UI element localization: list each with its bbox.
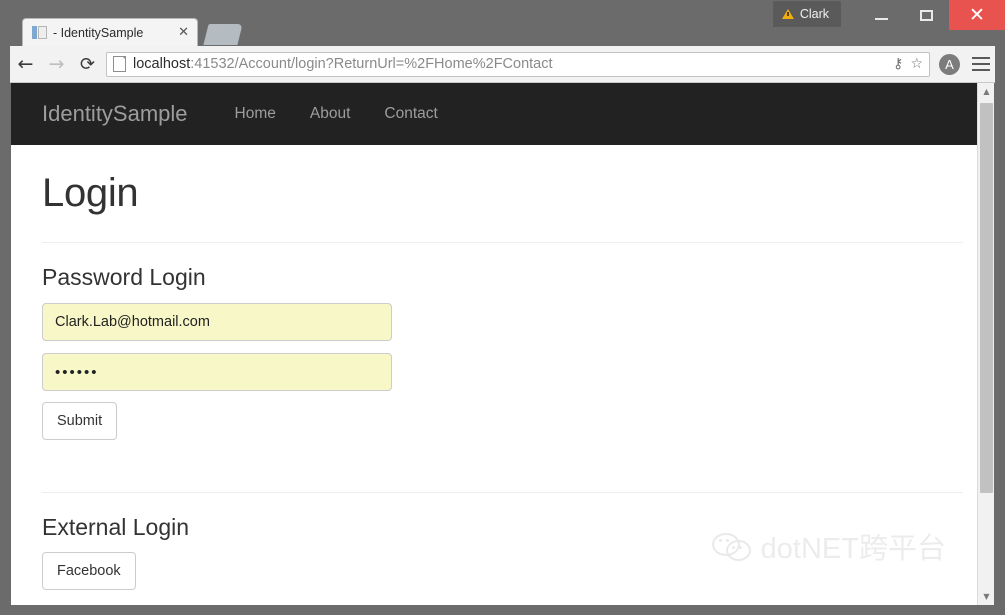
title-divider xyxy=(42,242,963,243)
url-path: :41532/Account/login?ReturnUrl=%2FHome%2… xyxy=(190,56,553,72)
back-button[interactable]: ← xyxy=(10,46,41,83)
address-bar-actions: ⚷ ☆ xyxy=(887,56,923,72)
external-login-divider xyxy=(42,492,963,493)
forward-arrow-icon: → xyxy=(48,53,65,75)
facebook-login-button[interactable]: Facebook xyxy=(42,552,136,590)
address-bar[interactable]: localhost:41532/Account/login?ReturnUrl=… xyxy=(106,51,930,77)
password-input[interactable]: •••••• xyxy=(42,353,392,391)
new-tab-button[interactable] xyxy=(203,24,243,45)
forward-button: → xyxy=(41,46,72,83)
browser-tab-identitysample[interactable]: - IdentitySample ✕ xyxy=(22,18,198,46)
extension-area: A xyxy=(932,53,967,75)
address-bar-url: localhost:41532/Account/login?ReturnUrl=… xyxy=(133,56,887,72)
page-viewport: IdentitySample Home About Contact Login … xyxy=(11,83,994,605)
page-content: Login Password Login Clark.Lab@hotmail.c… xyxy=(11,171,994,605)
page-scrollbar[interactable]: ▲ ▼ xyxy=(977,83,994,605)
scrollbar-up-button[interactable]: ▲ xyxy=(978,83,994,100)
browser-window-screenshot: Clark ✕ - IdentitySample ✕ ← → ⟳ localho… xyxy=(0,0,1005,615)
navbar-brand[interactable]: IdentitySample xyxy=(42,101,188,127)
tab-title: - IdentitySample xyxy=(53,25,144,40)
reload-icon: ⟳ xyxy=(79,53,96,75)
browser-toolbar: ← → ⟳ localhost:41532/Account/login?Retu… xyxy=(10,46,995,83)
password-key-icon[interactable]: ⚷ xyxy=(893,56,903,72)
back-arrow-icon: ← xyxy=(17,53,34,75)
angularjs-extension-icon[interactable]: A xyxy=(939,53,960,75)
submit-button[interactable]: Submit xyxy=(42,402,118,440)
page-title: Login xyxy=(42,171,139,215)
tab-close-icon[interactable]: ✕ xyxy=(176,25,191,40)
url-host: localhost xyxy=(133,56,191,72)
page-icon xyxy=(113,56,126,72)
tab-strip: - IdentitySample ✕ xyxy=(10,18,995,46)
nav-link-contact[interactable]: Contact xyxy=(367,105,454,123)
bookmark-star-icon[interactable]: ☆ xyxy=(910,56,923,72)
window-frame: Clark ✕ - IdentitySample ✕ ← → ⟳ localho… xyxy=(0,0,1005,615)
email-input[interactable]: Clark.Lab@hotmail.com xyxy=(42,303,392,341)
nav-link-about[interactable]: About xyxy=(293,105,368,123)
reload-button[interactable]: ⟳ xyxy=(72,46,103,83)
scrollbar-down-button[interactable]: ▼ xyxy=(978,588,994,605)
nav-link-home[interactable]: Home xyxy=(218,105,293,123)
scrollbar-thumb[interactable] xyxy=(980,103,993,493)
hamburger-menu-icon[interactable] xyxy=(972,57,990,71)
document-favicon-icon xyxy=(32,25,47,40)
external-login-heading: External Login xyxy=(42,514,190,540)
site-navbar: IdentitySample Home About Contact xyxy=(11,83,994,145)
password-login-heading: Password Login xyxy=(42,264,206,290)
